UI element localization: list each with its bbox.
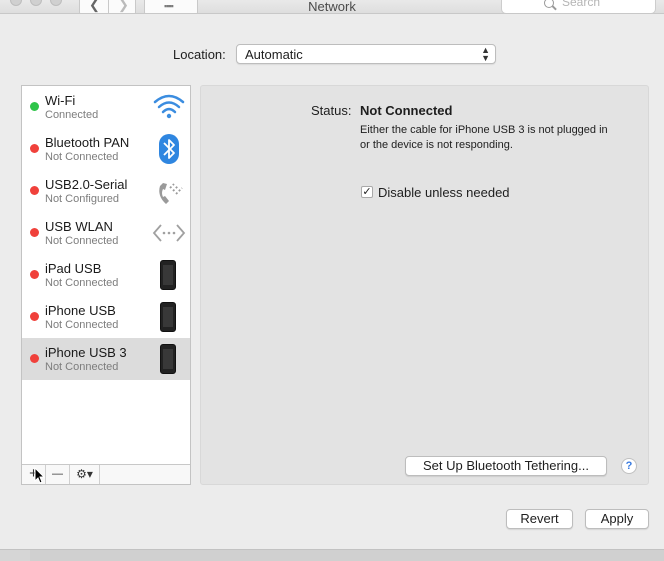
location-label: Location: xyxy=(173,47,226,62)
ethernet-arrows-icon xyxy=(152,224,186,242)
service-item-iphone-usb[interactable]: iPhone USB Not Connected xyxy=(22,296,190,338)
service-name: USB WLAN xyxy=(45,219,113,234)
action-menu-button[interactable]: ⚙▾ xyxy=(70,465,100,484)
service-status: Not Connected xyxy=(45,277,119,289)
wifi-icon xyxy=(153,94,185,119)
disable-unless-needed-label[interactable]: Disable unless needed xyxy=(378,185,510,200)
apply-button[interactable]: Apply xyxy=(585,509,649,529)
title-bar: ❮ ❯ ▪▪▪▪ Network Search xyxy=(0,0,664,14)
status-dot-red xyxy=(30,354,39,363)
service-item-usb-serial[interactable]: USB2.0-Serial Not Configured xyxy=(22,170,190,212)
service-item-usb-wlan[interactable]: USB WLAN Not Connected xyxy=(22,212,190,254)
iphone-icon xyxy=(152,258,186,292)
background-window-edge xyxy=(30,550,664,561)
service-item-bluetooth-pan[interactable]: Bluetooth PAN Not Connected xyxy=(22,128,190,170)
status-label: Status: xyxy=(311,103,352,118)
checkmark-icon: ✓ xyxy=(362,186,372,198)
status-dot-green xyxy=(30,102,39,111)
service-name: iPhone USB xyxy=(45,303,116,318)
service-name: iPad USB xyxy=(45,261,102,276)
bluetooth-icon xyxy=(159,134,179,164)
iphone-icon xyxy=(152,300,186,334)
service-item-iphone-usb-3[interactable]: iPhone USB 3 Not Connected xyxy=(22,338,190,380)
remove-service-button[interactable]: — xyxy=(46,465,70,484)
status-value: Not Connected xyxy=(360,103,453,118)
location-select[interactable]: Automatic ▲ ▼ xyxy=(236,44,496,64)
status-dot-red xyxy=(30,270,39,279)
service-status: Not Configured xyxy=(45,193,119,205)
help-button[interactable]: ? xyxy=(621,458,637,474)
revert-button[interactable]: Revert xyxy=(506,509,573,529)
disable-unless-needed-checkbox[interactable]: ✓ xyxy=(361,186,373,198)
service-item-wifi[interactable]: Wi-Fi Connected xyxy=(22,86,190,128)
setup-bluetooth-tethering-button[interactable]: Set Up Bluetooth Tethering... xyxy=(405,456,607,476)
service-status: Not Connected xyxy=(45,361,119,373)
location-value: Automatic xyxy=(245,47,303,62)
search-icon xyxy=(544,0,554,8)
status-dot-red xyxy=(30,228,39,237)
status-dot-red xyxy=(30,144,39,153)
service-list: Wi-Fi Connected Bluetooth PAN Not Connec… xyxy=(21,85,191,485)
service-item-ipad-usb[interactable]: iPad USB Not Connected xyxy=(22,254,190,296)
service-name: Wi-Fi xyxy=(45,93,76,108)
phone-handset-icon xyxy=(159,183,183,204)
service-status: Connected xyxy=(45,109,99,121)
service-status: Not Connected xyxy=(45,319,119,331)
service-list-toolbar: + — ⚙▾ xyxy=(22,464,190,484)
network-preferences-window: ❮ ❯ ▪▪▪▪ Network Search Location: Automa… xyxy=(0,0,664,550)
updown-chevron-icon: ▲ ▼ xyxy=(481,45,490,63)
search-field[interactable]: Search xyxy=(501,0,656,13)
status-description: Either the cable for iPhone USB 3 is not… xyxy=(360,124,608,151)
status-dot-red xyxy=(30,186,39,195)
service-name: USB2.0-Serial xyxy=(45,177,128,192)
mouse-cursor-icon xyxy=(34,467,46,484)
service-name: Bluetooth PAN xyxy=(45,135,130,150)
iphone-icon xyxy=(152,342,186,376)
status-dot-red xyxy=(30,312,39,321)
service-status: Not Connected xyxy=(45,151,119,163)
search-placeholder: Search xyxy=(562,0,601,9)
service-status: Not Connected xyxy=(45,235,119,247)
service-name: iPhone USB 3 xyxy=(45,345,127,360)
